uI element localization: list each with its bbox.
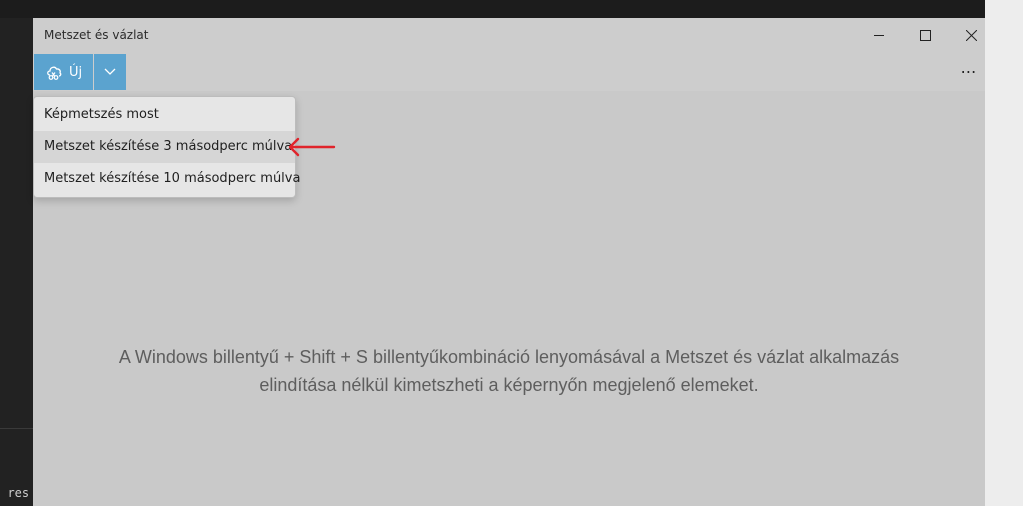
snip-cloud-icon: [45, 63, 63, 81]
terminal-text: s res: [0, 486, 30, 500]
menu-item-snip-in-10-seconds[interactable]: Metszet készítése 10 másodperc múlva: [34, 163, 300, 195]
maximize-icon: [919, 29, 931, 41]
chevron-down-icon: [104, 68, 116, 75]
shortcut-hint-line-2: elindítása nélkül kimetszheti a képernyő…: [259, 375, 759, 395]
snip-mode-dropdown-button[interactable]: [94, 54, 126, 90]
shortcut-hint: A Windows billentyű + Shift + S billenty…: [33, 343, 985, 399]
snip-delay-menu: Képmetszés most Metszet készítése 3 máso…: [33, 96, 300, 198]
maximize-button[interactable]: [902, 18, 948, 52]
background-top: [0, 0, 1023, 18]
window-title: Metszet és vázlat: [44, 28, 149, 42]
shortcut-hint-line-1: A Windows billentyű + Shift + S billenty…: [118, 347, 900, 367]
close-icon: [965, 29, 977, 41]
menu-item-snip-in-3-seconds[interactable]: Metszet készítése 3 másodperc múlva: [34, 131, 295, 163]
menu-item-snip-now[interactable]: Képmetszés most: [34, 99, 295, 131]
minimize-button[interactable]: [856, 18, 902, 52]
annotation-arrow-icon: [288, 137, 336, 157]
new-snip-label: Új: [69, 64, 83, 80]
new-snip-button[interactable]: Új: [34, 54, 93, 90]
title-bar[interactable]: Metszet és vázlat: [33, 18, 985, 52]
snip-sketch-window: Metszet és vázlat Új ⋯ A Windows billent…: [33, 18, 985, 506]
toolbar: Új ⋯: [33, 52, 985, 91]
close-button[interactable]: [948, 18, 994, 52]
minimize-icon: [874, 35, 884, 36]
background-right: [985, 0, 1023, 506]
more-options-button[interactable]: ⋯: [951, 52, 987, 91]
terminal-divider: [0, 428, 33, 429]
background-terminal: [0, 18, 33, 506]
